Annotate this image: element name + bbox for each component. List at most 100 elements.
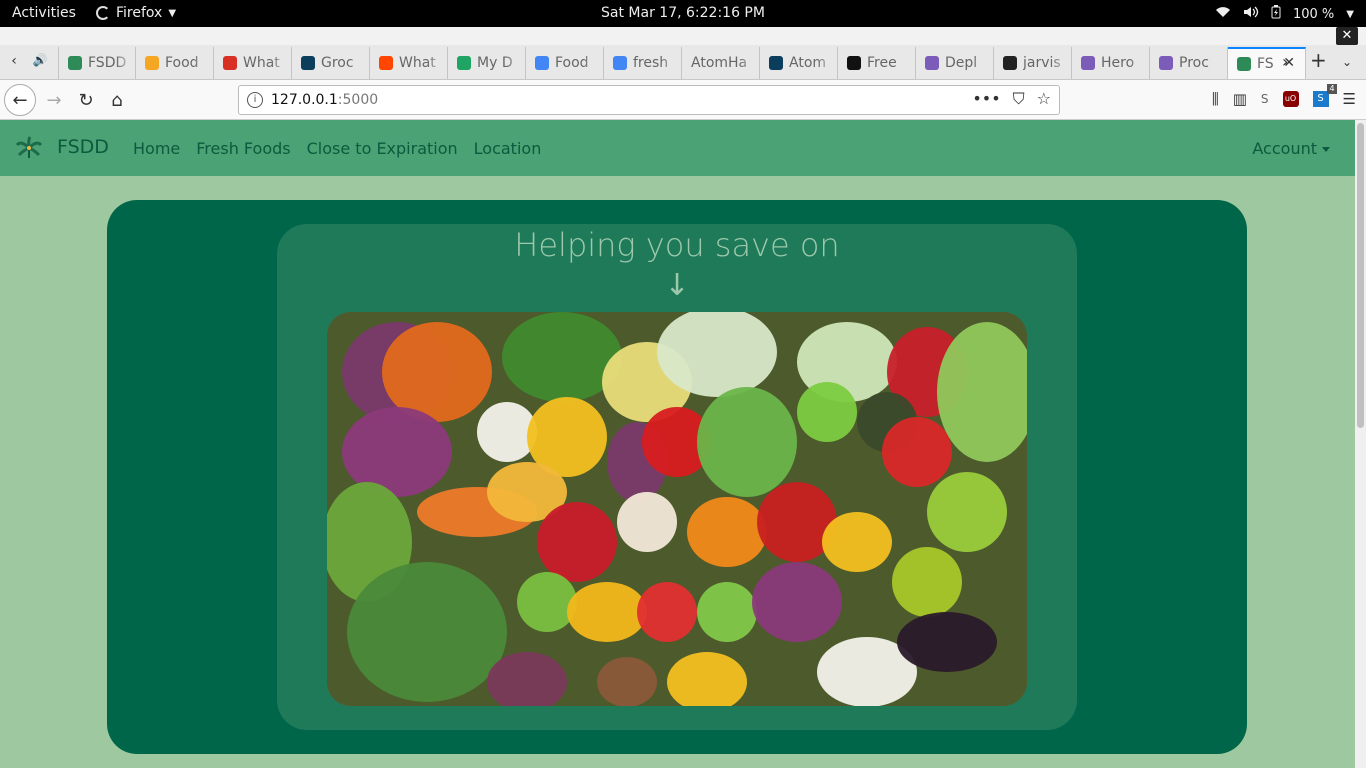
tab-1[interactable]: Food	[136, 47, 214, 79]
firebase-icon	[145, 56, 159, 70]
tab-5[interactable]: My D	[448, 47, 526, 79]
site-navbar: FSDD Home Fresh Foods Close to Expiratio…	[0, 120, 1355, 176]
nav-links: Home Fresh Foods Close to Expiration Loc…	[133, 139, 541, 158]
library-icon[interactable]: ⫼	[1212, 90, 1219, 108]
gmail-icon	[223, 56, 237, 70]
volume-icon	[1243, 6, 1259, 22]
system-top-bar: Activities Firefox ▼ Sat Mar 17, 6:22:16…	[0, 0, 1366, 27]
hero-title: Helping you save on	[514, 226, 840, 264]
tab-15[interactable]: FS ✕	[1228, 47, 1306, 79]
nav-link-fresh-foods[interactable]: Fresh Foods	[196, 139, 290, 158]
scrollbar-thumb[interactable]	[1357, 123, 1364, 428]
tab-3[interactable]: Groc	[292, 47, 370, 79]
chevron-down-icon: ▼	[168, 7, 177, 19]
extension-badge: 4	[1327, 84, 1337, 94]
tab-0[interactable]: FSDD	[58, 47, 136, 79]
tab-12[interactable]: jarvis	[994, 47, 1072, 79]
palm-icon	[1237, 57, 1251, 71]
tab-title: My D	[477, 55, 513, 71]
heroku-icon	[925, 56, 939, 70]
firefox-icon	[96, 6, 110, 20]
tab-10[interactable]: Free	[838, 47, 916, 79]
hamburger-menu-icon[interactable]: ☰	[1343, 90, 1356, 108]
tab-14[interactable]: Proc	[1150, 47, 1228, 79]
extension-icon[interactable]: S4	[1312, 84, 1337, 107]
account-dropdown[interactable]: Account	[1252, 139, 1330, 158]
pocket-icon[interactable]: ⛉	[1013, 89, 1025, 109]
brand-link[interactable]: FSDD	[57, 136, 109, 158]
page-scrollbar[interactable]	[1355, 120, 1366, 768]
tab-title: Hero	[1101, 55, 1135, 71]
tab-title: FSDD	[88, 55, 127, 71]
tab-title: Atom	[789, 55, 827, 71]
nav-link-location[interactable]: Location	[474, 139, 542, 158]
forward-button[interactable]: →	[38, 84, 70, 116]
tab-title: What	[399, 55, 436, 71]
all-tabs-chevron-icon[interactable]: ⌄	[1342, 55, 1352, 69]
clock: Sat Mar 17, 6:22:16 PM	[601, 5, 765, 21]
reload-button[interactable]: ↻	[70, 84, 102, 116]
speaker-icon[interactable]: 🔊	[30, 53, 50, 67]
tab-title: Groc	[321, 55, 354, 71]
window-title-strip: ✕	[0, 27, 1366, 45]
tab-2[interactable]: What	[214, 47, 292, 79]
docs-icon	[535, 56, 549, 70]
ff-icon	[847, 56, 861, 70]
arrow-down-icon: ↓	[664, 268, 690, 303]
github-icon	[1003, 56, 1017, 70]
tab-6[interactable]: Food	[526, 47, 604, 79]
tab-13[interactable]: Hero	[1072, 47, 1150, 79]
app-name: Firefox	[116, 5, 163, 21]
window-close-button[interactable]: ✕	[1336, 27, 1358, 45]
bookmark-star-icon[interactable]: ☆	[1037, 89, 1051, 109]
caret-down-icon	[1322, 147, 1330, 152]
tab-title: Proc	[1179, 55, 1209, 71]
tabs-scroll-right-icon[interactable]: ›	[1282, 52, 1288, 71]
page-actions-icon[interactable]: •••	[972, 89, 1000, 109]
tabs-scroll-left-icon[interactable]: ‹	[4, 53, 24, 69]
tab-title: AtomHa	[691, 55, 748, 71]
palm-icon	[68, 56, 82, 70]
tab-title: Food	[165, 55, 199, 71]
activities-button[interactable]: Activities	[12, 5, 76, 21]
battery-icon	[1271, 5, 1281, 23]
google-icon	[613, 56, 627, 70]
ublock-icon[interactable]: uO	[1282, 91, 1299, 107]
palm-logo-icon[interactable]	[16, 136, 42, 160]
tab-7[interactable]: fresh	[604, 47, 682, 79]
nav-link-home[interactable]: Home	[133, 139, 180, 158]
new-tab-button[interactable]: +	[1310, 48, 1327, 72]
tab-8[interactable]: AtomHa	[682, 47, 760, 79]
sidebar-icon[interactable]: ▥	[1233, 90, 1247, 108]
url-bar[interactable]: i 127.0.0.1:5000 ••• ⛉ ☆	[238, 85, 1060, 115]
drive-icon	[457, 56, 471, 70]
tab-9[interactable]: Atom	[760, 47, 838, 79]
reddit-icon	[379, 56, 393, 70]
home-button[interactable]: ⌂	[101, 84, 133, 116]
site-info-icon[interactable]: i	[247, 92, 263, 108]
extension-s-icon[interactable]: S	[1261, 92, 1269, 106]
system-tray[interactable]: 100 % ▼	[1215, 5, 1354, 23]
app-menu[interactable]: Firefox ▼	[96, 5, 176, 21]
tab-11[interactable]: Depl	[916, 47, 994, 79]
tab-title: Depl	[945, 55, 978, 71]
vegetables-image	[327, 312, 1027, 706]
tab-title: fresh	[633, 55, 669, 71]
url-text[interactable]: 127.0.0.1:5000	[271, 92, 378, 108]
tab-title: Free	[867, 55, 897, 71]
tab-title: What	[243, 55, 280, 71]
heroku-icon	[1159, 56, 1173, 70]
back-button[interactable]: ←	[4, 84, 36, 116]
chevron-down-icon: ▼	[1346, 8, 1354, 20]
hero-container: Helping you save on ↓	[107, 200, 1247, 754]
hero-card: Helping you save on ↓	[277, 224, 1077, 730]
tab-bar: ‹ 🔊 FSDD Food What Groc What My D Food fresh Ato…	[0, 45, 1366, 80]
heroku-icon	[1081, 56, 1095, 70]
tab-title: jarvis	[1023, 55, 1061, 71]
tab-strip: FSDD Food What Groc What My D Food fresh AtomHa A…	[58, 47, 1306, 79]
wifi-icon	[1215, 6, 1231, 22]
nav-link-close-to-expiration[interactable]: Close to Expiration	[307, 139, 458, 158]
battery-level: 100 %	[1292, 6, 1335, 22]
browser-toolbar: ← → ↻ ⌂ i 127.0.0.1:5000 ••• ⛉ ☆ ⫼ ▥ S u…	[0, 80, 1366, 120]
tab-4[interactable]: What	[370, 47, 448, 79]
